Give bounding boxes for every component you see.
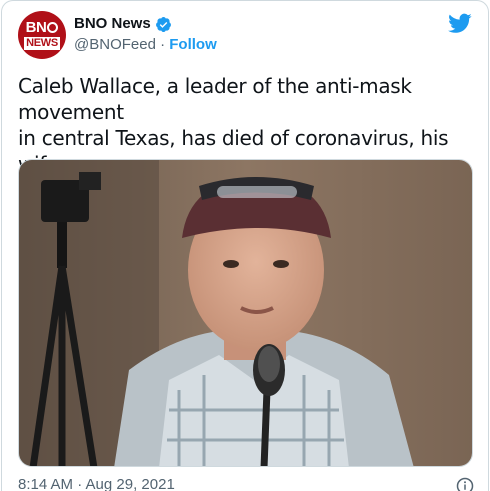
info-icon[interactable]: [456, 477, 474, 491]
avatar-o-ring: [47, 21, 59, 33]
author-name[interactable]: BNO News: [74, 14, 151, 34]
photo-image: [19, 160, 472, 466]
separator-dot: ·: [160, 36, 166, 53]
verified-badge-icon: [155, 16, 171, 32]
author-handle[interactable]: @BNOFeed: [74, 36, 156, 53]
tweet-header: BN NEWS BNO News @BNOFeed · Follow: [18, 11, 472, 59]
tweet-card: BN NEWS BNO News @BNOFeed · Follow Caleb…: [1, 0, 489, 491]
avatar[interactable]: BN NEWS: [18, 11, 66, 59]
avatar-text-top: BN: [25, 18, 47, 36]
author-info: BNO News @BNOFeed · Follow: [74, 14, 217, 55]
follow-button[interactable]: Follow: [169, 36, 217, 53]
twitter-bird-icon[interactable]: [448, 11, 472, 35]
avatar-text-bottom: NEWS: [24, 36, 60, 50]
tweet-timestamp[interactable]: 8:14 AM · Aug 29, 2021: [18, 475, 175, 491]
tweet-photo[interactable]: [18, 159, 473, 467]
